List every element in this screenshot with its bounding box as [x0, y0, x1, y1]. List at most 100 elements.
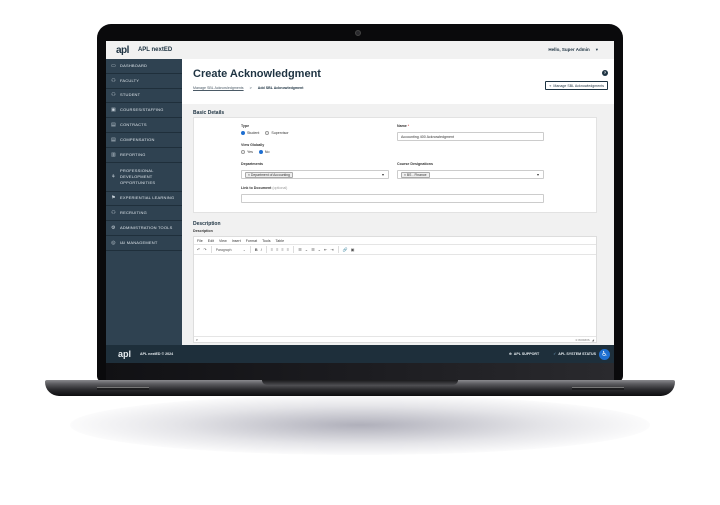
radio-unselected-icon: [241, 150, 245, 154]
basic-details-heading: Basic Details: [193, 110, 225, 116]
course-designation-chip[interactable]: × BS - Finance: [401, 171, 430, 178]
type-radio-group: Student Supervisor: [241, 131, 289, 135]
breadcrumb-link-manage[interactable]: Manage SBL Acknowledgments: [193, 86, 244, 90]
link-icon[interactable]: 🔗: [343, 247, 348, 252]
view-globally-no-radio[interactable]: No: [258, 150, 269, 154]
footer-copyright: APL nextED © 2024: [140, 352, 174, 356]
bullet-list-icon[interactable]: ☰: [298, 247, 302, 252]
menu-edit[interactable]: Edit: [208, 239, 214, 243]
sidebar-item-dashboard[interactable]: ▭ Dashboard: [106, 59, 182, 74]
help-icon[interactable]: ?: [602, 70, 608, 76]
sidebar-item-label: Courses/Staffing: [120, 107, 164, 113]
sidebar-item-courses-staffing[interactable]: ▣ Courses/Staffing: [106, 103, 182, 119]
italic-icon[interactable]: I: [261, 247, 262, 252]
department-chip[interactable]: × Department of Accounting: [245, 171, 293, 178]
main-content: Create Acknowledgment Manage SBL Acknowl…: [182, 59, 614, 345]
course-designations-select[interactable]: × BS - Finance ▾: [397, 170, 544, 179]
name-input[interactable]: Accounting 400 Acknowledgment: [397, 132, 544, 141]
sidebar-item-label: Professional Development Opportunities: [120, 167, 156, 185]
align-left-icon[interactable]: ≡: [271, 247, 273, 252]
type-label: Type: [241, 124, 250, 128]
menu-table[interactable]: Table: [276, 239, 285, 243]
menu-view[interactable]: View: [219, 239, 227, 243]
departments-select[interactable]: × Department of Accounting ▾: [241, 170, 389, 179]
link-to-document-label: Link to Document (optional): [241, 186, 287, 190]
breadcrumb-current: Add SBL Acknowledgment: [257, 86, 304, 90]
chevron-down-icon[interactable]: ⌄: [318, 247, 321, 252]
manage-acknowledgments-button[interactable]: « Manage SBL Acknowledgments: [545, 81, 608, 90]
sidebar-item-student[interactable]: ⚇ Student: [106, 89, 182, 104]
element-path[interactable]: P: [196, 338, 198, 342]
radio-unselected-icon: [265, 131, 270, 135]
view-globally-yes-radio[interactable]: Yes: [241, 150, 253, 154]
calendar-icon: ▣: [111, 107, 116, 114]
sidebar: ▭ Dashboard ⚇ Faculty ⚇ Student ▣ Courses/St…: [106, 59, 182, 345]
sidebar-item-professional-development[interactable]: ⚘ Professional Development Opportunities: [106, 163, 182, 192]
link-to-document-input[interactable]: [241, 194, 544, 203]
laptop-foot-left: [97, 387, 149, 390]
menu-file[interactable]: File: [197, 239, 203, 243]
contracts-icon: ▤: [111, 122, 116, 129]
radio-label: Student: [247, 131, 260, 135]
support-label: APL SUPPORT: [513, 352, 540, 356]
departments-label: Departments: [241, 162, 263, 166]
menu-format[interactable]: Format: [246, 239, 257, 243]
footer: apl APL nextED © 2024 ⊕ APL SUPPORT ✓ APL …: [106, 345, 614, 363]
student-icon: ⚇: [111, 92, 116, 99]
chevron-down-icon[interactable]: ⌄: [305, 247, 308, 252]
resize-handle-icon[interactable]: ◢: [592, 338, 594, 342]
system-status-link[interactable]: ✓ APL SYSTEM STATUS: [553, 352, 596, 356]
indent-icon[interactable]: ⇥: [330, 247, 333, 252]
sidebar-item-label: Dashboard: [120, 62, 148, 68]
editor-content-area[interactable]: [194, 256, 596, 336]
block-format-select[interactable]: Paragraph ⌄: [216, 248, 246, 252]
chevron-down-icon: ⌄: [242, 247, 246, 252]
sidebar-item-reporting[interactable]: ▥ Reporting: [106, 148, 182, 163]
breadcrumb-separator: >: [249, 86, 252, 90]
sidebar-item-experiential-learning[interactable]: ⚑ Experiential Learning: [106, 192, 182, 207]
laptop-shadow: [70, 395, 650, 455]
view-globally-label: View Globally: [241, 143, 265, 147]
align-right-icon[interactable]: ≡: [281, 247, 283, 252]
page-title: Create Acknowledgment: [193, 68, 321, 80]
apl-support-link[interactable]: ⊕ APL SUPPORT: [509, 352, 540, 356]
rich-text-editor: File Edit View Insert Format Tools Table…: [193, 236, 597, 343]
sidebar-item-ii-management[interactable]: ◎ I&I Management: [106, 236, 182, 251]
sidebar-item-administration-tools[interactable]: ⚙ Administration Tools: [106, 221, 182, 236]
sidebar-item-label: Student: [120, 92, 141, 98]
sidebar-item-recruiting[interactable]: ⚇ Recruiting: [106, 206, 182, 222]
justify-icon[interactable]: ≡: [287, 247, 289, 252]
sidebar-item-contracts[interactable]: ▤ Contracts: [106, 118, 182, 133]
name-label-text: Name: [397, 124, 407, 128]
manage-button-label: Manage SBL Acknowledgments: [553, 83, 604, 88]
menu-tools[interactable]: Tools: [262, 239, 270, 243]
required-marker: *: [407, 124, 410, 128]
accessibility-icon[interactable]: ♿: [599, 348, 610, 360]
bold-icon[interactable]: B: [255, 247, 258, 252]
editor-statusbar: P 0 WORDS ◢: [194, 336, 596, 342]
dashboard-icon: ▭: [111, 62, 116, 69]
sidebar-item-compensation[interactable]: ▤ Compensation: [106, 133, 182, 148]
view-globally-radio-group: Yes No: [241, 150, 269, 154]
chevron-down-icon: ▾: [595, 47, 598, 52]
page-header: Create Acknowledgment Manage SBL Acknowl…: [182, 59, 614, 104]
camera-icon: [355, 30, 361, 36]
numbered-list-icon[interactable]: ☰: [311, 247, 315, 252]
app-screen: apl APL nextED Hello, Super Admin ▾ ▭ Das…: [106, 41, 614, 363]
radio-label: Supervisor: [271, 131, 289, 135]
align-center-icon[interactable]: ≡: [276, 247, 278, 252]
radio-label: Yes: [247, 150, 253, 154]
menu-insert[interactable]: Insert: [232, 239, 241, 243]
description-heading: Description: [193, 221, 221, 227]
outdent-icon[interactable]: ⇤: [324, 247, 327, 252]
apl-logo[interactable]: apl: [116, 45, 129, 56]
image-icon[interactable]: ▣: [351, 247, 355, 252]
gear-icon: ⚙: [111, 225, 116, 232]
user-menu[interactable]: Hello, Super Admin ▾: [548, 47, 598, 53]
redo-icon[interactable]: ↷: [203, 247, 206, 252]
undo-icon[interactable]: ↶: [197, 247, 200, 252]
basic-details-card: Type Student Supervisor View Globally Ye…: [193, 117, 597, 213]
sidebar-item-faculty[interactable]: ⚇ Faculty: [106, 74, 182, 89]
type-supervisor-radio[interactable]: Supervisor: [265, 131, 289, 135]
type-student-radio[interactable]: Student: [241, 131, 259, 135]
